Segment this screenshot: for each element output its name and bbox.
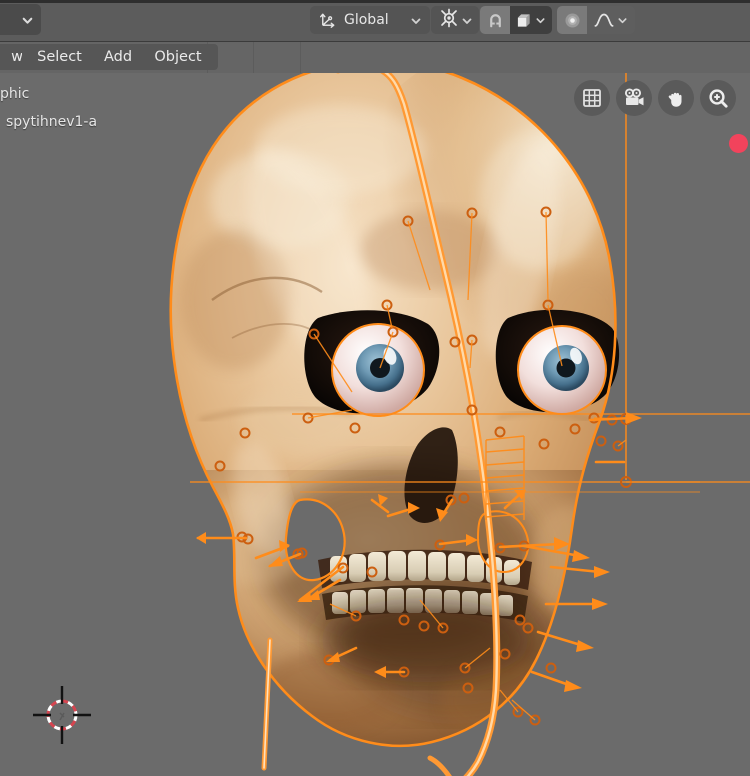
chevron-down-icon: [21, 14, 33, 25]
orientation-axis-icon: [310, 12, 336, 29]
menu-bar: w Select Add Object: [0, 41, 750, 73]
toggle-camera-view-icon[interactable]: [616, 80, 652, 116]
snapping-group[interactable]: [480, 6, 552, 34]
panel-divider-2: [253, 41, 254, 73]
transform-orientation-dropdown[interactable]: Global: [310, 6, 430, 34]
viewport-collection-text: phic: [0, 86, 30, 102]
pivot-point-dropdown[interactable]: [431, 6, 479, 34]
transform-orientation-label: Global: [344, 12, 389, 28]
viewport-header: Global: [0, 0, 750, 42]
menu-object[interactable]: Object: [138, 44, 218, 70]
toggle-grid-icon[interactable]: [574, 80, 610, 116]
chevron-down-icon: [461, 15, 472, 26]
magnet-icon[interactable]: [480, 6, 510, 34]
pivot-median-point-icon: [439, 8, 459, 32]
chevron-down-icon: [535, 15, 546, 26]
lower-bone-tail: [427, 755, 452, 776]
smooth-falloff-curve-icon[interactable]: [587, 6, 635, 34]
panel-divider-3: [300, 41, 301, 73]
record-dot-icon: [729, 134, 748, 153]
editor-type-dropdown[interactable]: [0, 4, 41, 35]
viewport-nav-gizmos[interactable]: [574, 80, 736, 116]
proportional-editing-group[interactable]: [557, 6, 635, 34]
viewport-object-text: spytihnev1-a: [6, 114, 98, 130]
pan-view-icon[interactable]: [658, 80, 694, 116]
3d-cursor-icon: [33, 686, 91, 744]
blender-window: phic spytihnev1-a w Select Add Object Gl…: [0, 0, 750, 776]
snap-increment-cube-icon[interactable]: [510, 6, 552, 34]
skull-render: [169, 73, 750, 776]
zoom-view-icon[interactable]: [700, 80, 736, 116]
chevron-down-icon: [617, 15, 628, 26]
proportional-editing-icon[interactable]: [557, 6, 587, 34]
chevron-down-icon: [410, 15, 421, 26]
3d-viewport[interactable]: [0, 73, 750, 776]
